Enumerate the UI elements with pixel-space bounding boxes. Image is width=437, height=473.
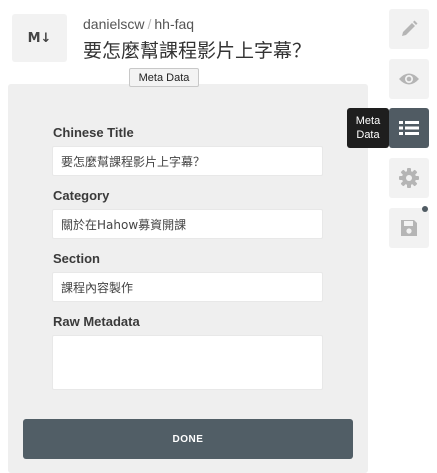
category-label: Category bbox=[53, 188, 110, 203]
preview-tool-button[interactable] bbox=[389, 59, 429, 99]
chinese-title-label: Chinese Title bbox=[53, 125, 134, 140]
gear-icon bbox=[399, 168, 419, 188]
chinese-title-input[interactable]: 要怎麼幫課程影片上字幕？ bbox=[52, 146, 323, 176]
unsaved-indicator-dot bbox=[422, 206, 428, 212]
save-tool-button[interactable] bbox=[389, 206, 429, 248]
breadcrumb-separator: / bbox=[147, 16, 152, 32]
save-icon bbox=[401, 220, 417, 236]
metadata-tool-button[interactable] bbox=[389, 108, 429, 148]
eye-icon bbox=[399, 73, 419, 85]
page-title: 要怎麼幫課程影片上字幕？ bbox=[83, 40, 312, 62]
metadata-panel: Chinese Title 要怎麼幫課程影片上字幕？ Category 關於在H… bbox=[8, 84, 368, 473]
category-input[interactable]: 關於在Hahow募資開課 bbox=[52, 209, 323, 239]
meta-data-side-tooltip: Meta Data bbox=[347, 108, 389, 148]
meta-data-tooltip: Meta Data bbox=[129, 68, 199, 87]
list-icon bbox=[399, 121, 419, 135]
edit-tool-button[interactable] bbox=[389, 9, 429, 49]
tooltip-line-1: Meta bbox=[355, 115, 381, 127]
section-input[interactable]: 課程內容製作 bbox=[52, 272, 323, 302]
section-label: Section bbox=[53, 251, 100, 266]
done-button[interactable]: DONE bbox=[23, 419, 353, 459]
markdown-icon: M↓ bbox=[12, 14, 67, 62]
settings-tool-button[interactable] bbox=[389, 158, 429, 198]
pencil-icon bbox=[402, 20, 418, 36]
breadcrumb: danielscw / hh-faq bbox=[83, 16, 194, 32]
raw-metadata-label: Raw Metadata bbox=[53, 314, 140, 329]
breadcrumb-owner[interactable]: danielscw bbox=[83, 16, 144, 32]
breadcrumb-repo[interactable]: hh-faq bbox=[154, 16, 194, 32]
raw-metadata-textarea[interactable] bbox=[52, 335, 323, 390]
tooltip-line-2: Data bbox=[356, 129, 380, 141]
